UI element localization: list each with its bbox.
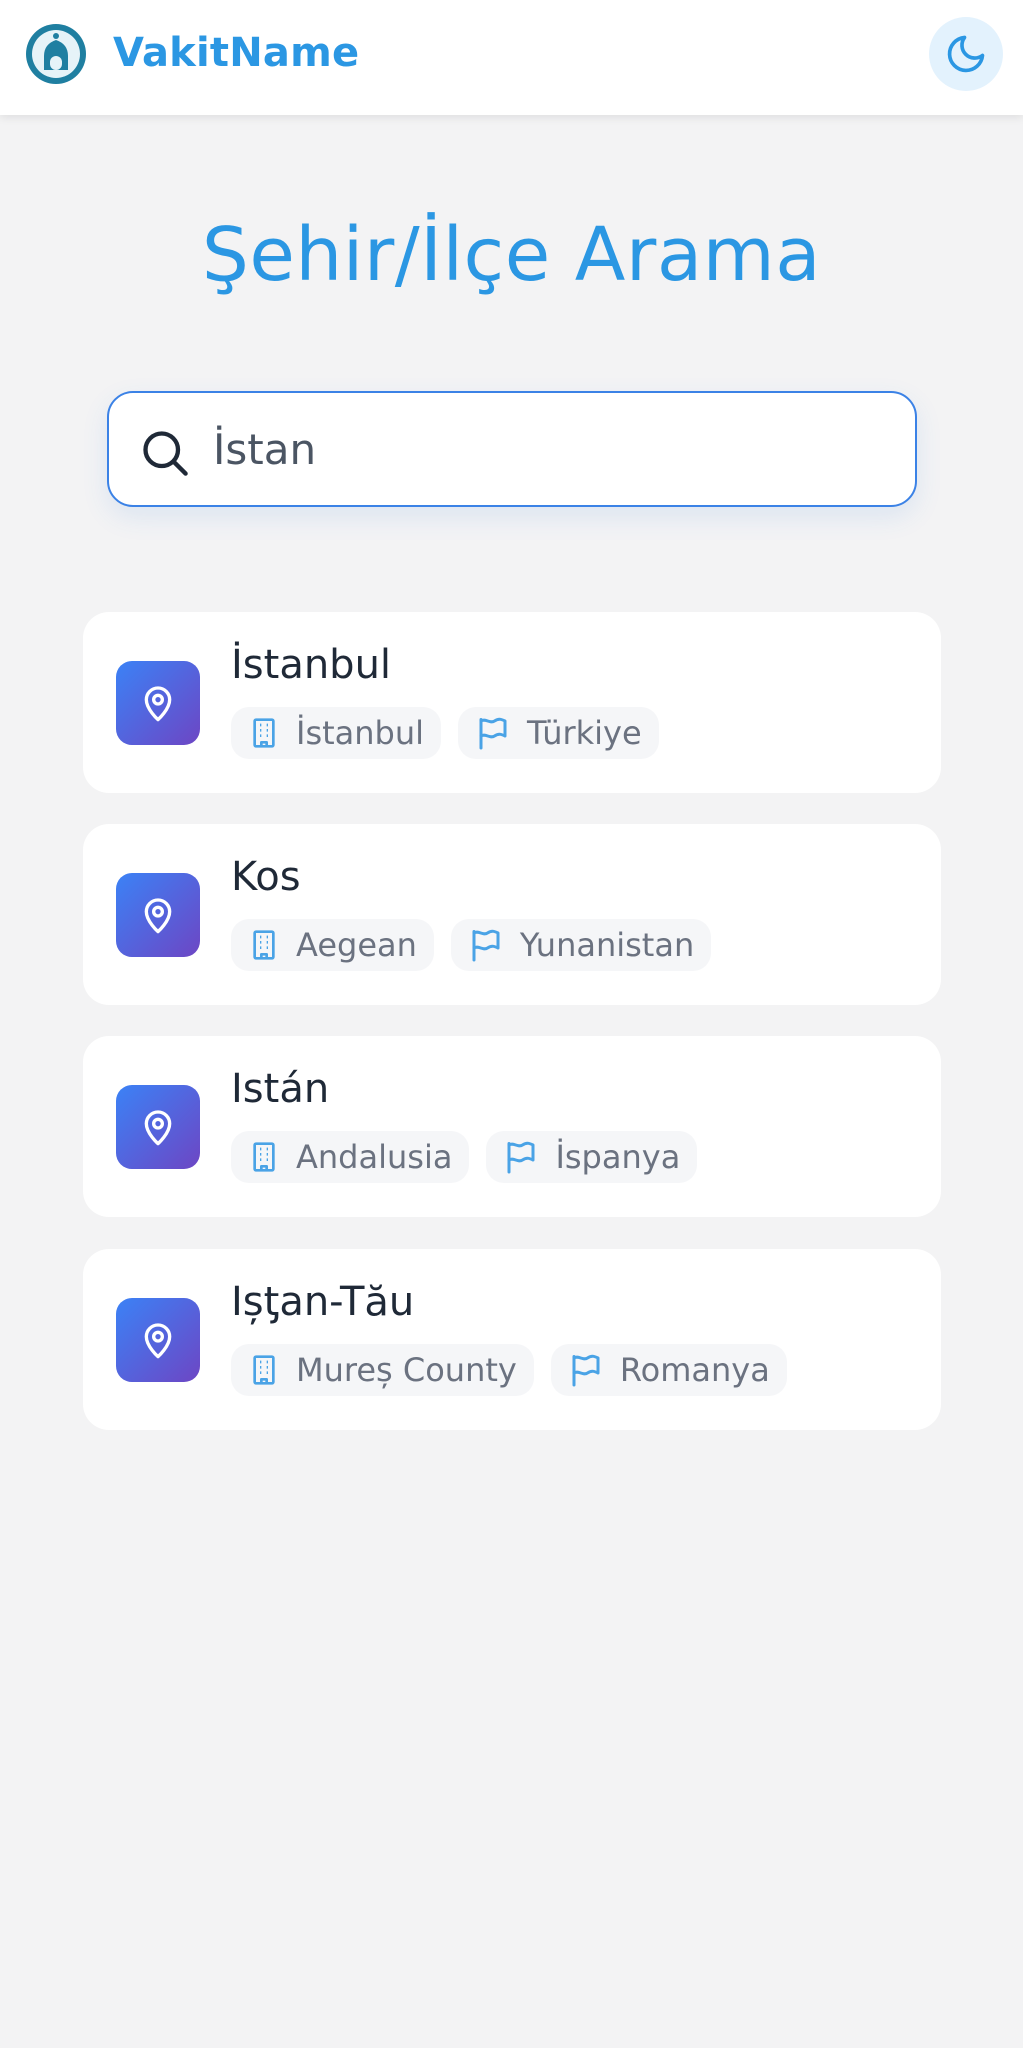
building-icon [253, 1355, 275, 1385]
country-label: İspanya [555, 1138, 681, 1176]
location-pin-icon [116, 1298, 200, 1382]
region-label: Andalusia [296, 1138, 453, 1176]
result-card[interactable]: Kos Aegean Yunanistan [83, 824, 941, 1005]
theme-toggle-button[interactable] [929, 17, 1003, 91]
country-label: Romanya [619, 1351, 770, 1389]
location-pin-icon [116, 1085, 200, 1169]
building-icon [253, 1142, 275, 1172]
app-header: VakitName [0, 0, 1023, 115]
mosque-logo-icon[interactable] [24, 22, 88, 86]
result-card[interactable]: Ișƫan-Tău Mureș County Romanya [83, 1249, 941, 1430]
flag-icon [472, 929, 500, 962]
building-icon [253, 930, 275, 960]
brand-name[interactable]: VakitName [113, 30, 359, 76]
country-chip: Romanya [550, 1344, 787, 1396]
country-chip: Yunanistan [450, 919, 712, 971]
region-chip: Andalusia [231, 1131, 470, 1183]
location-pin-icon [116, 661, 200, 745]
search-box[interactable] [107, 391, 917, 507]
flag-icon [572, 1354, 600, 1387]
region-chip: İstanbul [231, 707, 442, 759]
region-label: Aegean [296, 926, 417, 964]
location-pin-icon [116, 873, 200, 957]
city-name: Ișƫan-Tău [231, 1279, 415, 1325]
flag-icon [507, 1141, 535, 1174]
region-chip: Aegean [231, 919, 434, 971]
search-icon [143, 431, 188, 476]
result-card[interactable]: Istán Andalusia İspanya [83, 1036, 941, 1217]
country-label: Türkiye [527, 714, 642, 752]
page-title: Şehir/İlçe Arama [201, 212, 822, 298]
moon-icon [947, 35, 985, 73]
country-chip: İspanya [486, 1131, 698, 1183]
country-chip: Türkiye [458, 707, 659, 759]
result-card[interactable]: İstanbul İstanbul Türkiye [83, 612, 941, 793]
building-icon [253, 718, 275, 748]
region-label: İstanbul [296, 714, 425, 752]
region-chip: Mureș County [231, 1344, 534, 1396]
city-name: Istán [231, 1066, 330, 1112]
region-label: Mureș County [296, 1351, 517, 1389]
city-name: Kos [231, 854, 301, 900]
search-input[interactable] [213, 413, 893, 485]
city-name: İstanbul [231, 642, 392, 688]
flag-icon [479, 717, 507, 750]
country-label: Yunanistan [519, 926, 695, 964]
